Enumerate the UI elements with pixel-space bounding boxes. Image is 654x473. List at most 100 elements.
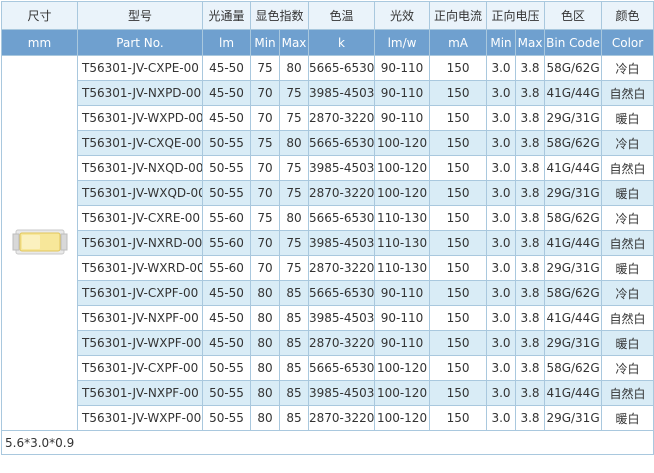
part-no-cell: T56301-JV-CXPF-00 <box>77 355 203 381</box>
header-current: 正向电流 <box>429 1 488 30</box>
part-no-cell: T56301-JV-NXRD-00 <box>77 230 203 256</box>
footer-dimensions: 5.6*3.0*0.9 <box>0 430 654 455</box>
vf-min-cell: 3.0 <box>486 205 517 231</box>
flux-cell: 55-60 <box>202 230 251 256</box>
current-cell: 150 <box>429 155 488 181</box>
unit-size: mm <box>1 29 78 56</box>
table-row: T56301-JV-WXPD-00 45-50 70 75 2870-3220 90-11… <box>2 105 654 131</box>
vf-min-cell: 3.0 <box>486 255 517 281</box>
cri-min-cell: 70 <box>250 80 280 106</box>
unit-cri-max: Max <box>278 29 310 56</box>
vf-max-cell: 3.8 <box>515 380 546 406</box>
vf-min-cell: 3.0 <box>486 330 517 356</box>
part-no-cell: T56301-JV-WXPF-00 <box>77 405 203 431</box>
color-cell: 暖白 <box>601 405 654 431</box>
cct-cell: 2870-3220 <box>308 255 376 281</box>
unit-color: Color <box>601 29 654 56</box>
header-color: 颜色 <box>601 1 654 30</box>
cct-cell: 3985-4503 <box>308 305 376 331</box>
cri-min-cell: 70 <box>250 155 280 181</box>
cct-cell: 2870-3220 <box>308 105 376 131</box>
vf-min-cell: 3.0 <box>486 80 517 106</box>
flux-cell: 45-50 <box>202 330 251 356</box>
cri-min-cell: 75 <box>250 205 280 231</box>
vf-max-cell: 3.8 <box>515 355 546 381</box>
efficacy-cell: 100-120 <box>374 155 431 181</box>
cct-cell: 5665-6530 <box>308 205 376 231</box>
flux-cell: 50-55 <box>202 355 251 381</box>
current-cell: 150 <box>429 80 488 106</box>
header-efficacy: 光效 <box>374 1 431 30</box>
part-no-cell: T56301-JV-NXPD-00 <box>77 80 203 106</box>
cri-max-cell: 75 <box>278 255 310 281</box>
footer-row: 5.6*3.0*0.9 <box>0 430 654 455</box>
unit-efficacy: lm/w <box>374 29 431 56</box>
cct-cell: 5665-6530 <box>308 130 376 156</box>
flux-cell: 45-50 <box>202 55 251 81</box>
current-cell: 150 <box>429 305 488 331</box>
cri-max-cell: 85 <box>278 305 310 331</box>
color-cell: 暖白 <box>601 105 654 131</box>
vf-max-cell: 3.8 <box>515 205 546 231</box>
bin-code-cell: 29G/31G <box>544 330 603 356</box>
cri-min-cell: 80 <box>250 380 280 406</box>
current-cell: 150 <box>429 280 488 306</box>
bin-code-cell: 58G/62G <box>544 280 603 306</box>
vf-min-cell: 3.0 <box>486 280 517 306</box>
bin-code-cell: 58G/62G <box>544 205 603 231</box>
flux-cell: 55-60 <box>202 255 251 281</box>
bin-code-cell: 41G/44G <box>544 380 603 406</box>
vf-max-cell: 3.8 <box>515 330 546 356</box>
cct-cell: 5665-6530 <box>308 55 376 81</box>
vf-min-cell: 3.0 <box>486 380 517 406</box>
unit-vf-min: Min <box>486 29 517 56</box>
table-row: T56301-JV-CXPF-00 45-50 80 85 5665-6530 90-11… <box>2 280 654 306</box>
unit-current: mA <box>429 29 488 56</box>
vf-min-cell: 3.0 <box>486 230 517 256</box>
part-no-cell: T56301-JV-WXPF-00 <box>77 330 203 356</box>
bin-code-cell: 58G/62G <box>544 55 603 81</box>
vf-min-cell: 3.0 <box>486 355 517 381</box>
bin-code-cell: 29G/31G <box>544 255 603 281</box>
vf-min-cell: 3.0 <box>486 405 517 431</box>
cct-cell: 3985-4503 <box>308 380 376 406</box>
efficacy-cell: 100-120 <box>374 380 431 406</box>
efficacy-cell: 110-130 <box>374 205 431 231</box>
header-model: 型号 <box>77 1 203 30</box>
header-cct: 色温 <box>308 1 376 30</box>
cct-cell: 3985-4503 <box>308 230 376 256</box>
vf-max-cell: 3.8 <box>515 55 546 81</box>
vf-max-cell: 3.8 <box>515 155 546 181</box>
current-cell: 150 <box>429 255 488 281</box>
current-cell: 150 <box>429 405 488 431</box>
efficacy-cell: 100-120 <box>374 355 431 381</box>
cri-min-cell: 70 <box>250 180 280 206</box>
cct-cell: 2870-3220 <box>308 330 376 356</box>
cri-max-cell: 75 <box>278 155 310 181</box>
part-no-cell: T56301-JV-CXPE-00 <box>77 55 203 81</box>
efficacy-cell: 100-120 <box>374 180 431 206</box>
cri-max-cell: 85 <box>278 280 310 306</box>
cri-max-cell: 80 <box>278 55 310 81</box>
color-cell: 冷白 <box>601 55 654 81</box>
efficacy-cell: 100-120 <box>374 130 431 156</box>
color-cell: 暖白 <box>601 180 654 206</box>
bin-code-cell: 41G/44G <box>544 155 603 181</box>
color-cell: 自然白 <box>601 80 654 106</box>
vf-max-cell: 3.8 <box>515 280 546 306</box>
header-row-en: mm Part No. lm Min Max k lm/w mA Min Max… <box>1 29 654 56</box>
unit-part: Part No. <box>77 29 203 56</box>
vf-max-cell: 3.8 <box>515 255 546 281</box>
bin-code-cell: 29G/31G <box>544 405 603 431</box>
led-5630-icon <box>1 55 78 431</box>
cri-min-cell: 70 <box>250 105 280 131</box>
table-row: T56301-JV-WXPF-00 45-50 80 85 2870-3220 90-11… <box>2 330 654 356</box>
cct-cell: 2870-3220 <box>308 180 376 206</box>
header-flux: 光通量 <box>202 1 251 30</box>
header-size: 尺寸 <box>1 1 78 30</box>
efficacy-cell: 110-130 <box>374 255 431 281</box>
table-row: T56301-JV-WXQD-00 50-55 70 75 2870-3220 100-1… <box>2 180 654 206</box>
cct-cell: 3985-4503 <box>308 80 376 106</box>
cri-min-cell: 80 <box>250 280 280 306</box>
part-no-cell: T56301-JV-WXPD-00 <box>77 105 203 131</box>
